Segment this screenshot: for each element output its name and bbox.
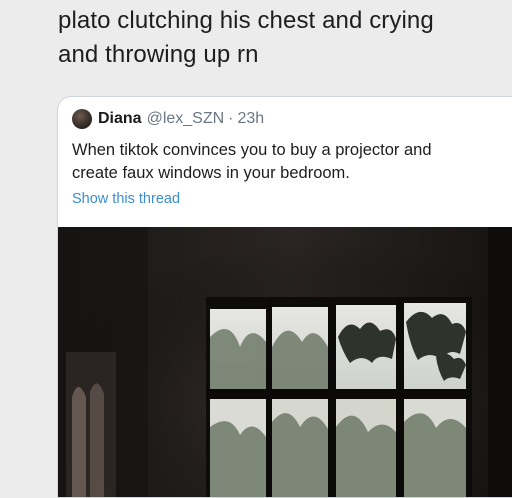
quoted-tweet-card[interactable]: Diana @lex_SZN · 23h When tiktok convinc… <box>57 96 512 498</box>
author-handle[interactable]: @lex_SZN <box>147 110 225 128</box>
avatar[interactable] <box>72 109 92 129</box>
attached-photo[interactable] <box>58 227 512 497</box>
tweet-text-line-2: and throwing up rn <box>58 41 259 68</box>
show-thread-link[interactable]: Show this thread <box>72 191 180 207</box>
separator-dot: · <box>228 110 234 127</box>
bedroom-window-image <box>58 227 512 497</box>
quoted-tweet-body-line-2: create faux windows in your bedroom. <box>72 164 350 182</box>
window-frame <box>206 297 472 497</box>
quoted-tweet-body-line-1: When tiktok convinces you to buy a proje… <box>72 141 432 159</box>
quoted-tweet-header: Diana @lex_SZN · 23h <box>72 109 264 129</box>
quoted-tweet-body: When tiktok convinces you to buy a proje… <box>72 139 512 185</box>
tweet-text: plato clutching his chest and crying and… <box>58 4 508 72</box>
tweet-text-line-1: plato clutching his chest and crying <box>58 7 434 34</box>
timestamp[interactable]: 23h <box>238 110 265 128</box>
author-name[interactable]: Diana <box>98 110 142 128</box>
